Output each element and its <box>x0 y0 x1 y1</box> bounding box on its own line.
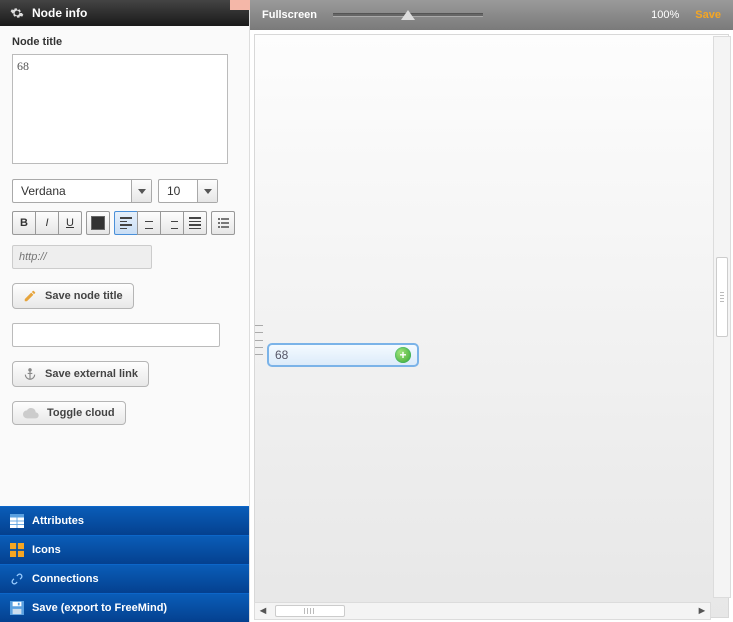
panel-header-title: Node info <box>32 6 87 20</box>
accordion-icons[interactable]: Icons <box>0 535 249 564</box>
fullscreen-label: Fullscreen <box>262 9 317 21</box>
font-row: Verdana 10 <box>12 179 237 203</box>
text-color-button[interactable] <box>86 211 110 235</box>
save-node-title-button[interactable]: Save node title <box>12 283 134 309</box>
font-size-select[interactable]: 10 <box>158 179 218 203</box>
external-link-input[interactable] <box>12 323 220 347</box>
align-left-button[interactable] <box>114 211 138 235</box>
save-external-link-label: Save external link <box>45 368 138 380</box>
zoom-thumb[interactable] <box>401 10 415 20</box>
accordion-attributes-label: Attributes <box>32 515 84 527</box>
node-title-textarea[interactable] <box>12 54 228 164</box>
link-icon <box>10 572 24 586</box>
mindmap-node[interactable]: 68 + <box>267 343 419 367</box>
accordion: Attributes Icons Connections Save (expor… <box>0 506 249 622</box>
font-size-value: 10 <box>159 180 197 202</box>
panel-header-node-info[interactable]: Node info <box>0 0 249 26</box>
panel-body: Node title Verdana 10 B I U <box>0 26 249 506</box>
plus-icon[interactable]: + <box>395 347 411 363</box>
save-button[interactable]: Save <box>695 9 721 21</box>
sidebar: Node info Node title Verdana 10 B I <box>0 0 250 622</box>
save-node-title-label: Save node title <box>45 290 123 302</box>
font-family-select[interactable]: Verdana <box>12 179 152 203</box>
pencil-icon <box>23 289 37 303</box>
horizontal-scrollbar[interactable]: ◄ ► <box>254 602 711 620</box>
accordion-icons-label: Icons <box>32 544 61 556</box>
cloud-icon <box>23 407 39 419</box>
zoom-slider[interactable] <box>333 13 483 17</box>
node-text: 68 <box>275 348 288 362</box>
accordion-save-export[interactable]: Save (export to FreeMind) <box>0 593 249 622</box>
list-button[interactable] <box>211 211 235 235</box>
save-external-link-button[interactable]: Save external link <box>12 361 149 387</box>
node-title-label: Node title <box>12 36 237 48</box>
toggle-cloud-label: Toggle cloud <box>47 407 115 419</box>
format-toolbar: B I U <box>12 211 237 235</box>
chevron-down-icon <box>131 180 151 202</box>
sidebar-grip-icon[interactable] <box>255 325 263 355</box>
vertical-scrollbar[interactable] <box>713 36 731 598</box>
fullscreen-button[interactable]: Fullscreen <box>262 9 317 21</box>
disk-icon <box>10 601 24 615</box>
horizontal-scroll-thumb[interactable] <box>275 605 345 617</box>
url-input-disabled <box>12 245 152 269</box>
italic-button[interactable]: I <box>35 211 59 235</box>
toggle-cloud-button[interactable]: Toggle cloud <box>12 401 126 425</box>
scroll-right-icon[interactable]: ► <box>694 603 710 619</box>
chevron-down-icon <box>197 180 217 202</box>
bold-button[interactable]: B <box>12 211 36 235</box>
zoom-percent-label: 100% <box>651 9 679 21</box>
align-center-button[interactable] <box>137 211 161 235</box>
accordion-attributes[interactable]: Attributes <box>0 506 249 535</box>
underline-button[interactable]: U <box>58 211 82 235</box>
anchor-icon <box>23 367 37 381</box>
align-justify-button[interactable] <box>183 211 207 235</box>
accordion-connections-label: Connections <box>32 573 99 585</box>
app-root: Node info Node title Verdana 10 B I <box>0 0 733 622</box>
canvas-topbar: Fullscreen 100% Save <box>250 0 733 30</box>
align-right-button[interactable] <box>160 211 184 235</box>
canvas-zone: Fullscreen 100% Save 68 + ◄ ► <box>250 0 733 622</box>
grid-icon <box>10 543 24 557</box>
font-family-value: Verdana <box>13 180 131 202</box>
accordion-save-export-label: Save (export to FreeMind) <box>32 602 167 614</box>
vertical-scroll-thumb[interactable] <box>716 257 728 337</box>
scroll-left-icon[interactable]: ◄ <box>255 603 271 619</box>
table-icon <box>10 514 24 528</box>
canvas-body[interactable]: 68 + <box>254 34 729 618</box>
gear-icon <box>10 6 24 20</box>
accordion-connections[interactable]: Connections <box>0 564 249 593</box>
